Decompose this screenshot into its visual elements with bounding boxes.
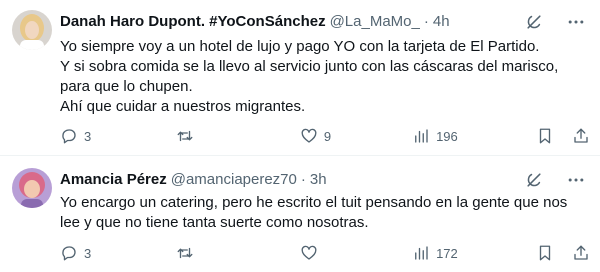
tweet-1[interactable]: Danah Haro Dupont. #YoConSánchez @La_MaM… — [0, 0, 600, 156]
avatar-image — [12, 10, 52, 50]
bookmark-icon[interactable] — [536, 127, 554, 145]
reply-count: 3 — [84, 128, 92, 144]
reply-icon — [62, 129, 76, 144]
views-count: 196 — [436, 128, 458, 144]
action-bar: 3 172 — [60, 243, 590, 263]
tweet-header: Danah Haro Dupont. #YoConSánchez @La_MaM… — [60, 11, 450, 31]
reply-icon — [62, 246, 76, 261]
like-icon — [301, 128, 317, 143]
reply-button[interactable]: 3 — [60, 244, 176, 262]
timestamp[interactable]: 4h — [433, 13, 450, 30]
author-handle[interactable]: @La_MaMo_ — [330, 13, 420, 30]
tweet-text: Yo encargo un catering, pero he escrito … — [60, 193, 580, 233]
bookmark-icon[interactable] — [536, 244, 554, 262]
more-icon[interactable] — [566, 170, 586, 190]
views-count: 172 — [436, 245, 458, 261]
like-icon — [301, 245, 317, 260]
reply-button[interactable]: 3 — [60, 127, 176, 145]
author-name[interactable]: Danah Haro Dupont. #YoConSánchez — [60, 13, 326, 30]
retweet-button[interactable] — [176, 244, 300, 262]
reply-count: 3 — [84, 245, 92, 261]
views-icon — [415, 246, 428, 260]
header-icons — [524, 12, 586, 32]
like-count: 9 — [323, 128, 332, 144]
views-button[interactable]: 196 — [412, 127, 532, 145]
avatar[interactable] — [12, 10, 52, 50]
tweet-header: Amancia Pérez @amanciaperez70 · 3h — [60, 169, 327, 189]
like-button[interactable] — [300, 244, 412, 262]
tweet-2[interactable]: Amancia Pérez @amanciaperez70 · 3h Yo en… — [0, 156, 600, 272]
retweet-icon — [177, 247, 193, 259]
grok-icon[interactable] — [524, 170, 544, 190]
separator-dot: · — [300, 170, 306, 188]
tweet-line: lee y que no tiene tanta suerte como nos… — [60, 214, 369, 231]
timestamp[interactable]: 3h — [310, 171, 327, 188]
views-icon — [415, 129, 428, 143]
end-actions — [536, 127, 590, 145]
like-button[interactable]: 9 — [300, 127, 412, 145]
tweet-line: Ahí que cuidar a nuestros migrantes. — [60, 98, 306, 115]
views-button[interactable]: 172 — [412, 244, 532, 262]
author-name[interactable]: Amancia Pérez — [60, 171, 167, 188]
tweet-line: Yo encargo un catering, pero he escrito … — [60, 194, 568, 211]
avatar-image — [12, 168, 52, 208]
header-icons — [524, 170, 586, 190]
tweet-line: para que lo chupen. — [60, 78, 193, 95]
tweet-line: Yo siempre voy a un hotel de lujo y pago… — [60, 38, 540, 55]
retweet-button[interactable] — [176, 127, 300, 145]
author-handle[interactable]: @amanciaperez70 — [171, 171, 297, 188]
action-bar: 3 9 196 — [60, 126, 590, 146]
retweet-icon — [177, 130, 193, 142]
more-icon[interactable] — [566, 12, 586, 32]
share-icon[interactable] — [572, 244, 590, 262]
avatar[interactable] — [12, 168, 52, 208]
share-icon[interactable] — [572, 127, 590, 145]
separator-dot: · — [423, 12, 429, 30]
tweet-line: Y si sobra comida se la llevo al servici… — [60, 58, 559, 75]
grok-icon[interactable] — [524, 12, 544, 32]
tweet-text: Yo siempre voy a un hotel de lujo y pago… — [60, 37, 580, 117]
end-actions — [536, 244, 590, 262]
